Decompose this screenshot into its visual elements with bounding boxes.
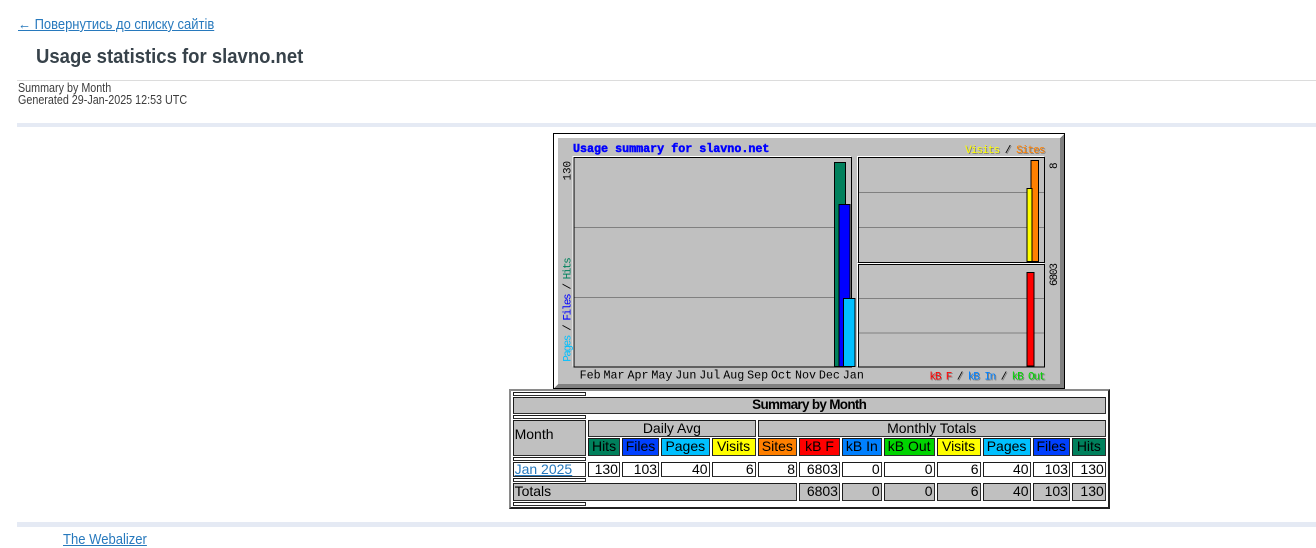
svg-text:kB F / kB In / kB Out: kB F / kB In / kB Out [929,372,1045,384]
svg-text:Jan: Jan [843,368,864,382]
svg-text:Aug: Aug [723,368,744,382]
svg-text:Sep: Sep [747,368,768,382]
svg-text:Jun: Jun [675,368,696,382]
svg-text:Pages / Files / Hits: Pages / Files / Hits [563,258,575,362]
svg-text:6803: 6803 [1049,264,1061,286]
svg-text:Oct: Oct [771,368,792,382]
svg-text:Feb: Feb [580,368,601,382]
svg-text:May: May [651,368,672,382]
svg-text:Usage summary for slavno.net: Usage summary for slavno.net [573,142,769,156]
svg-text:Jul: Jul [699,368,720,382]
svg-text:Dec: Dec [819,368,840,382]
svg-text:Mar: Mar [604,368,625,382]
svg-text:Nov: Nov [795,368,816,382]
svg-text:Visits / Sites: Visits / Sites [965,145,1045,157]
svg-text:130: 130 [563,161,575,181]
svg-text:8: 8 [1049,162,1061,169]
svg-text:Apr: Apr [628,368,649,382]
